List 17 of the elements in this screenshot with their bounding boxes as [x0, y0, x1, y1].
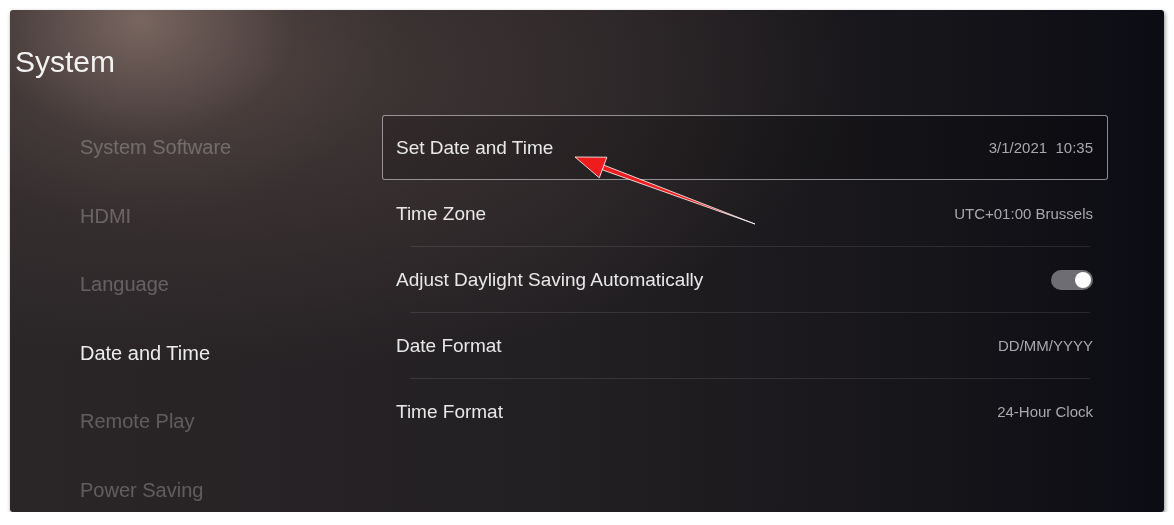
setting-value: DD/MM/YYYY	[998, 337, 1093, 354]
setting-value: 24-Hour Clock	[997, 403, 1093, 420]
setting-label: Set Date and Time	[396, 136, 554, 159]
setting-label: Date Format	[396, 334, 502, 357]
setting-row[interactable]: Adjust Daylight Saving Automatically	[382, 247, 1108, 312]
setting-label: Adjust Daylight Saving Automatically	[396, 268, 704, 291]
setting-row[interactable]: Set Date and Time 3/1/2021 10:35	[382, 115, 1108, 180]
toggle-switch[interactable]	[1051, 269, 1093, 290]
setting-label: Time Zone	[396, 202, 487, 225]
setting-value: 3/1/2021 10:35	[988, 139, 1093, 156]
setting-value: UTC+01:00 Brussels	[954, 205, 1093, 222]
setting-label: Time Format	[396, 400, 503, 423]
page-title: System	[14, 44, 117, 80]
sidebar-item[interactable]: Date and Time	[80, 318, 382, 388]
setting-row[interactable]: Time Format 24-Hour Clock	[382, 379, 1108, 444]
setting-row[interactable]: Time Zone UTC+01:00 Brussels	[382, 181, 1108, 246]
setting-row[interactable]: Date Format DD/MM/YYYY	[382, 313, 1108, 378]
